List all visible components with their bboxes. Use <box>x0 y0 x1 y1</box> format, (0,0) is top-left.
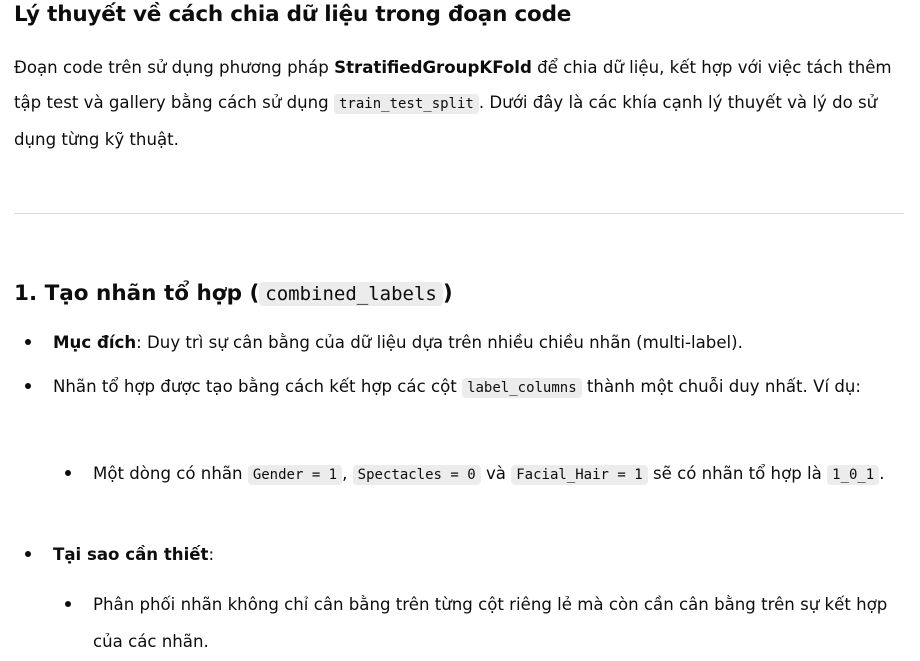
combine-code: label_columns <box>462 378 582 398</box>
intro-bold-term: StratifiedGroupKFold <box>334 58 532 77</box>
bullet-icon <box>25 339 31 345</box>
example-code-result: 1_0_1 <box>827 465 880 485</box>
intro-text: Đoạn code trên sử dụng phương pháp <box>14 58 335 77</box>
why-suffix: : <box>208 545 215 564</box>
example-code-facial-hair: Facial_Hair = 1 <box>511 465 648 485</box>
list-item-purpose: Mục đích: Duy trì sự cân bằng của dữ liệ… <box>14 324 904 361</box>
page-title: Lý thuyết về cách chia dữ liệu trong đoạ… <box>14 2 572 27</box>
why-detail-text: Phân phối nhãn không chỉ cân bằng trên t… <box>93 595 888 651</box>
section-1-list-3: Tại sao cần thiết: <box>14 536 904 573</box>
bullet-icon <box>65 601 71 607</box>
example-sep: , <box>342 464 353 483</box>
list-item-why: Tại sao cần thiết: <box>14 536 904 573</box>
example-and: và <box>480 464 512 483</box>
example-text: Một dòng có nhãn <box>93 464 248 483</box>
example-code-gender: Gender = 1 <box>247 465 343 485</box>
purpose-text: : Duy trì sự cân bằng của dữ liệu dựa tr… <box>136 333 743 352</box>
intro-code: train_test_split <box>333 94 479 114</box>
section-divider <box>14 213 904 214</box>
bullet-icon <box>25 551 31 557</box>
section-1-title: 1. Tạo nhãn tổ hợp (combined_labels) <box>14 281 453 306</box>
example-list: Một dòng có nhãn Gender = 1, Spectacles … <box>14 455 904 494</box>
section-1-list: Mục đích: Duy trì sự cân bằng của dữ liệ… <box>14 324 904 361</box>
bullet-icon <box>65 470 71 476</box>
bullet-icon <box>25 383 31 389</box>
section-1-title-suffix: ) <box>442 281 453 306</box>
purpose-label: Mục đích <box>53 333 137 352</box>
intro-paragraph: Đoạn code trên sử dụng phương pháp Strat… <box>14 50 904 157</box>
list-item-combine: Nhãn tổ hợp được tạo bằng cách kết hợp c… <box>14 368 904 407</box>
why-list: Phân phối nhãn không chỉ cân bằng trên t… <box>14 586 904 660</box>
section-1-title-code: combined_labels <box>259 282 443 306</box>
section-1-title-text: 1. Tạo nhãn tổ hợp ( <box>14 281 260 306</box>
why-label: Tại sao cần thiết <box>53 545 209 564</box>
section-1-list-2: Nhãn tổ hợp được tạo bằng cách kết hợp c… <box>14 368 904 407</box>
list-item-example: Một dòng có nhãn Gender = 1, Spectacles … <box>14 455 904 494</box>
example-end: . <box>879 464 885 483</box>
combine-text-2: thành một chuỗi duy nhất. Ví dụ: <box>581 377 861 396</box>
example-text-2: sẽ có nhãn tổ hợp là <box>647 464 828 483</box>
combine-text: Nhãn tổ hợp được tạo bằng cách kết hợp c… <box>53 377 463 396</box>
list-item-why-detail: Phân phối nhãn không chỉ cân bằng trên t… <box>14 586 904 660</box>
example-code-spectacles: Spectacles = 0 <box>352 465 481 485</box>
